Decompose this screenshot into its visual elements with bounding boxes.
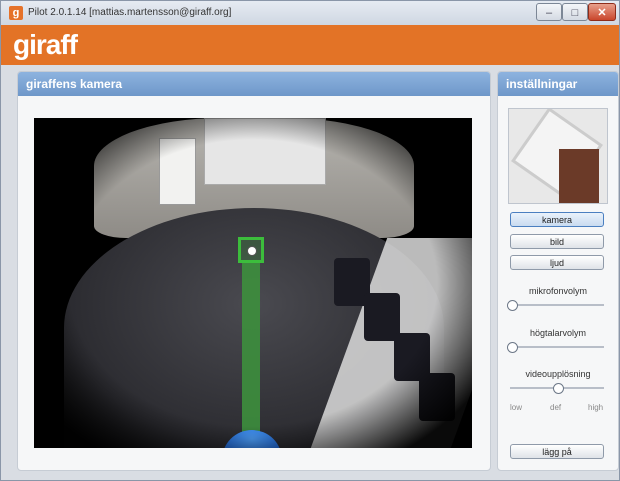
sound-button[interactable]: ljud (510, 255, 604, 270)
microphone-slider-thumb[interactable] (507, 300, 518, 311)
application-window: g Pilot 2.0.1.14 [mattias.martensson@gir… (0, 0, 620, 481)
room-door (159, 138, 196, 205)
target-center-icon (247, 246, 257, 256)
camera-button[interactable]: kamera (510, 212, 604, 227)
camera-video-view[interactable] (34, 118, 472, 448)
chair (419, 373, 455, 421)
tick-def: def (550, 403, 562, 412)
giraff-app-icon: g (9, 6, 23, 20)
drive-path-indicator (242, 263, 260, 448)
camera-panel: giraffens kamera (17, 71, 491, 471)
close-button[interactable]: ✕ (588, 3, 616, 21)
video-resolution-slider[interactable] (510, 383, 604, 394)
thumbnail-background (559, 149, 599, 203)
speaker-volume-label: högtalarvolym (529, 328, 587, 338)
settings-panel: inställningar kamera bild ljud mikrofonv… (497, 71, 619, 471)
settings-panel-title: inställningar (498, 72, 618, 96)
speaker-slider-thumb[interactable] (507, 342, 518, 353)
resolution-slider-thumb[interactable] (553, 383, 564, 394)
giraff-logo: giraff (13, 29, 78, 60)
camera-panel-title: giraffens kamera (18, 72, 490, 96)
microphone-volume-label: mikrofonvolym (528, 286, 587, 296)
image-button[interactable]: bild (510, 234, 604, 249)
minimize-button[interactable]: ‒ (536, 3, 562, 21)
brand-header: giraff (1, 25, 619, 65)
maximize-button[interactable]: □ (562, 3, 588, 21)
microphone-volume-slider[interactable] (507, 300, 604, 311)
tick-low: low (510, 403, 523, 412)
title-bar[interactable]: g Pilot 2.0.1.14 [mattias.martensson@gir… (1, 1, 619, 26)
drive-target-marker[interactable] (238, 237, 264, 263)
speaker-volume-slider[interactable] (507, 342, 604, 353)
hangup-button[interactable]: lägg på (510, 444, 604, 459)
self-view-thumbnail (508, 108, 608, 204)
video-resolution-label: videoupplösning (525, 369, 591, 379)
window-title: Pilot 2.0.1.14 [mattias.martensson@giraf… (28, 7, 232, 18)
tick-high: high (588, 403, 604, 412)
projector-screen (204, 118, 326, 185)
